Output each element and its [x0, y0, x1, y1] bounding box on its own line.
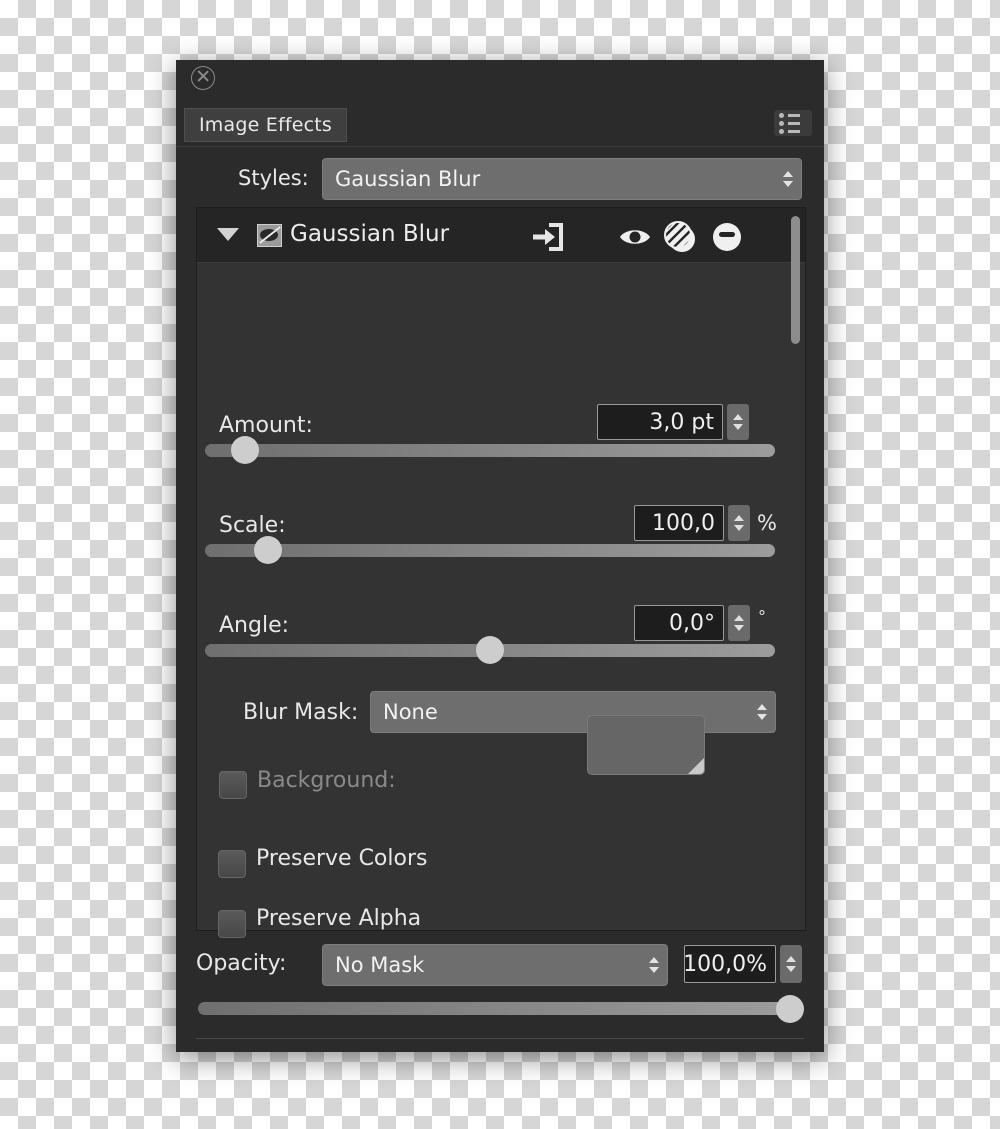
stepper-arrows-icon[interactable]	[649, 957, 659, 973]
amount-input[interactable]: 3,0 pt	[597, 404, 723, 440]
tab-image-effects[interactable]: Image Effects	[184, 108, 348, 142]
angle-stepper[interactable]	[728, 605, 750, 641]
amount-stepper[interactable]	[727, 404, 749, 440]
effects-list: Gaussian Blur Amount: 3,0 pt Scale: 100,…	[196, 207, 806, 931]
tab-label: Image Effects	[199, 114, 333, 136]
scale-unit: %	[757, 511, 777, 535]
scale-label: Scale:	[219, 513, 286, 538]
stepper-arrows-icon[interactable]	[757, 704, 767, 720]
effects-scrollbar-track[interactable]	[791, 210, 803, 928]
blur-mask-dropdown[interactable]: None	[370, 691, 776, 733]
insert-into-icon[interactable]	[527, 222, 567, 252]
background-checkbox[interactable]	[219, 771, 247, 799]
blur-mask-value: None	[383, 700, 438, 724]
styles-row: Styles: Gaussian Blur	[176, 155, 824, 203]
window-titlebar	[176, 60, 824, 108]
eye-icon[interactable]	[617, 219, 653, 255]
toolbar-divider	[196, 1038, 804, 1039]
opacity-mask-dropdown[interactable]: No Mask	[322, 944, 668, 986]
amount-slider-thumb[interactable]	[230, 436, 259, 464]
blur-mask-label: Blur Mask:	[243, 700, 359, 725]
preserve-alpha-label: Preserve Alpha	[256, 906, 422, 931]
close-circle-icon[interactable]	[191, 66, 215, 90]
preserve-alpha-checkbox[interactable]	[218, 910, 246, 938]
effects-toolbar	[176, 1048, 824, 1052]
effect-name: Gaussian Blur	[290, 221, 450, 247]
effect-header-row[interactable]: Gaussian Blur	[197, 208, 805, 263]
opacity-slider-track[interactable]	[198, 1002, 790, 1015]
mask-circle-icon[interactable]	[709, 219, 745, 255]
image-effects-panel: Image Effects Styles: Gaussian Blur Gaus…	[176, 60, 824, 1052]
background-label: Background:	[257, 768, 396, 793]
preserve-colors-checkbox[interactable]	[218, 850, 246, 878]
swatch-corner-icon	[688, 758, 704, 774]
stepper-arrows-icon[interactable]	[783, 171, 793, 187]
angle-input[interactable]: 0,0°	[634, 605, 724, 641]
opacity-slider-thumb[interactable]	[776, 995, 804, 1023]
triangle-down-icon[interactable]	[217, 228, 239, 241]
amount-label: Amount:	[219, 413, 313, 438]
angle-slider-track[interactable]	[205, 636, 775, 664]
scale-stepper[interactable]	[728, 505, 750, 541]
angle-label: Angle:	[219, 613, 290, 638]
angle-unit: °	[758, 607, 766, 626]
list-view-icon[interactable]	[774, 110, 812, 136]
scale-slider-track[interactable]	[205, 536, 775, 564]
hatched-circle-icon[interactable]	[662, 219, 698, 255]
preserve-colors-label: Preserve Colors	[256, 846, 428, 871]
opacity-input[interactable]: 100,0%	[683, 945, 776, 983]
effects-scrollbar-thumb[interactable]	[791, 216, 800, 344]
blur-effect-icon	[257, 224, 282, 247]
scale-input[interactable]: 100,0	[634, 505, 724, 541]
styles-label: Styles:	[238, 166, 309, 190]
scale-slider-thumb[interactable]	[253, 536, 282, 564]
styles-dropdown[interactable]: Gaussian Blur	[322, 158, 802, 200]
background-color-swatch[interactable]	[587, 715, 705, 775]
panel-tabbar: Image Effects	[176, 108, 824, 147]
styles-selected-value: Gaussian Blur	[335, 167, 481, 191]
opacity-label: Opacity:	[196, 951, 287, 976]
opacity-mask-value: No Mask	[335, 953, 425, 977]
angle-slider-thumb[interactable]	[476, 636, 504, 664]
opacity-stepper[interactable]	[780, 945, 802, 983]
amount-slider-track[interactable]	[205, 436, 775, 464]
